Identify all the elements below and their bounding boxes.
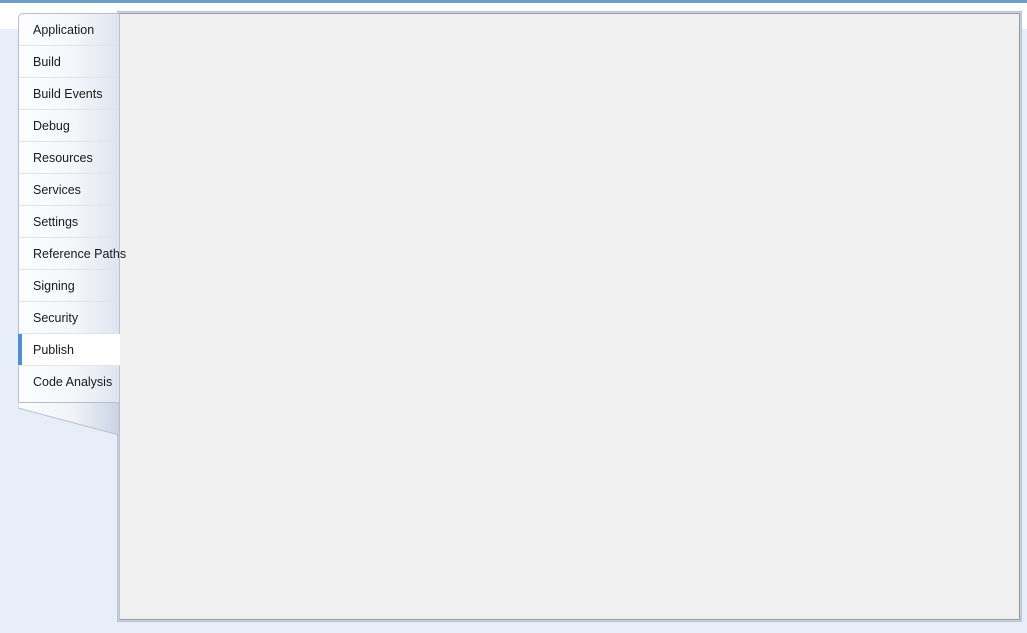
sidebar-item-label: Build Events	[33, 87, 102, 101]
sidebar-item-label: Security	[33, 311, 78, 325]
sidebar-item-label: Publish	[33, 343, 74, 357]
sidebar-item-publish[interactable]: Publish	[18, 334, 120, 366]
sidebar-item-label: Code Analysis	[33, 375, 112, 389]
sidebar-item-application[interactable]: Application	[19, 14, 119, 46]
sidebar-item-label: Build	[33, 55, 61, 69]
sidebar-item-settings[interactable]: Settings	[19, 206, 119, 238]
sidebar-item-label: Reference Paths	[33, 247, 126, 261]
sidebar-item-code-analysis[interactable]: Code Analysis	[19, 366, 119, 398]
sidebar-item-security[interactable]: Security	[19, 302, 119, 334]
sidebar-item-debug[interactable]: Debug	[19, 110, 119, 142]
sidebar-item-resources[interactable]: Resources	[19, 142, 119, 174]
sidebar-item-label: Services	[33, 183, 81, 197]
sidebar-item-build-events[interactable]: Build Events	[19, 78, 119, 110]
sidebar-tab-tail	[18, 402, 119, 438]
sidebar-item-build[interactable]: Build	[19, 46, 119, 78]
properties-content-panel	[119, 13, 1020, 620]
sidebar-item-reference-paths[interactable]: Reference Paths	[19, 238, 119, 270]
sidebar-item-label: Application	[33, 23, 94, 37]
sidebar-item-label: Signing	[33, 279, 75, 293]
sidebar-item-signing[interactable]: Signing	[19, 270, 119, 302]
sidebar-item-label: Debug	[33, 119, 70, 133]
settings-sidebar[interactable]: Application Build Build Events Debug Res…	[18, 13, 119, 403]
sidebar-item-label: Resources	[33, 151, 93, 165]
sidebar-item-label: Settings	[33, 215, 78, 229]
sidebar-item-services[interactable]: Services	[19, 174, 119, 206]
